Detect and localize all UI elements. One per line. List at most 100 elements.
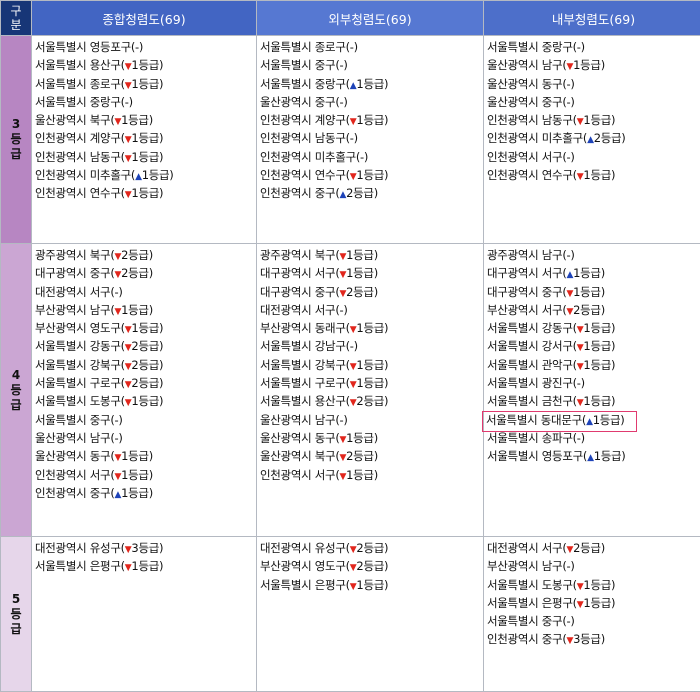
grade-char: 급 — [10, 622, 21, 636]
column-header-external: 외부청렴도(69) — [257, 1, 484, 36]
item-text: 서울특별시 구로구( — [35, 376, 125, 390]
item-text: 대전광역시 서구(-) — [260, 303, 348, 317]
item-change: 1등급) — [131, 186, 163, 200]
list-item: 서울특별시 은평구(▼1등급) — [260, 576, 483, 594]
item-text: 서울특별시 종로구( — [35, 77, 125, 91]
item-text: 서울특별시 은평구( — [487, 596, 577, 610]
item-content: 인천광역시 서구(-) — [487, 150, 575, 164]
item-change: 1등급) — [121, 468, 153, 482]
triangle-up-icon: ▲ — [586, 417, 593, 427]
item-text: 서울특별시 동대문구( — [486, 413, 586, 427]
item-change: 1등급) — [121, 113, 153, 127]
list-item: 광주광역시 남구(-) — [487, 246, 700, 264]
item-content: 인천광역시 계양구(▼1등급) — [35, 131, 163, 145]
item-change: 1등급) — [583, 321, 615, 335]
item-change: 1등급) — [131, 58, 163, 72]
item-text: 인천광역시 중구( — [487, 632, 567, 646]
list-item: 서울특별시 종로구(-) — [260, 38, 483, 56]
grade-char: 등 — [10, 607, 21, 621]
item-text: 인천광역시 계양구( — [260, 113, 350, 127]
item-content: 인천광역시 계양구(▼1등급) — [260, 113, 388, 127]
item-content: 대전광역시 서구(▼2등급) — [487, 541, 605, 555]
list-item: 서울특별시 동대문구(▲1등급) — [487, 411, 700, 429]
item-text: 인천광역시 남동구( — [487, 113, 577, 127]
item-content: 인천광역시 미추홀구(▲1등급) — [35, 168, 173, 182]
list-item: 울산광역시 북구(▼1등급) — [35, 111, 256, 129]
item-content: 울산광역시 동구(▼1등급) — [260, 431, 378, 445]
grade-label: 3 등 급 — [1, 36, 32, 244]
item-content: 서울특별시 강동구(▼2등급) — [35, 339, 163, 353]
list-item: 울산광역시 동구(▼1등급) — [260, 429, 483, 447]
item-change: 1등급) — [356, 77, 388, 91]
list-item: 서울특별시 종로구(▼1등급) — [35, 75, 256, 93]
list-item: 서울특별시 강동구(▼1등급) — [487, 319, 700, 337]
item-content: 인천광역시 중구(▲1등급) — [35, 486, 153, 500]
item-change: 2등급) — [573, 303, 605, 317]
item-content: 인천광역시 중구(▼3등급) — [487, 632, 605, 646]
item-content: 대구광역시 서구(▼1등급) — [260, 266, 378, 280]
list-item: 인천광역시 계양구(▼1등급) — [35, 129, 256, 147]
category-header: 구 분 — [1, 1, 32, 36]
item-change: 1등급) — [356, 376, 388, 390]
list-item: 대구광역시 서구(▼1등급) — [260, 264, 483, 282]
item-text: 대전광역시 서구(-) — [35, 285, 123, 299]
list-item: 서울특별시 도봉구(▼1등급) — [487, 576, 700, 594]
item-text: 대구광역시 중구( — [35, 266, 115, 280]
item-change: 1등급) — [346, 431, 378, 445]
item-text: 대구광역시 중구( — [260, 285, 340, 299]
item-content: 인천광역시 남동구(-) — [260, 131, 358, 145]
item-change: 1등급) — [583, 596, 615, 610]
item-content: 인천광역시 서구(▼1등급) — [260, 468, 378, 482]
item-change: 1등급) — [131, 150, 163, 164]
item-text: 울산광역시 동구( — [260, 431, 340, 445]
item-change: 2등급) — [573, 541, 605, 555]
item-change: 1등급) — [346, 248, 378, 262]
overall-cell: 대전광역시 유성구(▼3등급)서울특별시 은평구(▼1등급) — [32, 537, 257, 692]
item-text: 인천광역시 서구( — [35, 468, 115, 482]
grade-row: 4 등 급 광주광역시 북구(▼2등급)대구광역시 중구(▼2등급)대전광역시 … — [1, 244, 700, 537]
column-header-internal: 내부청렴도(69) — [484, 1, 700, 36]
item-text: 서울특별시 중구(-) — [35, 413, 123, 427]
item-text: 서울특별시 강동구( — [487, 321, 577, 335]
list-item: 서울특별시 강서구(▼1등급) — [487, 337, 700, 355]
list-item: 서울특별시 강남구(-) — [260, 337, 483, 355]
list-item: 인천광역시 계양구(▼1등급) — [260, 111, 483, 129]
list-item: 인천광역시 서구(▼1등급) — [260, 466, 483, 484]
item-content: 서울특별시 은평구(▼1등급) — [35, 559, 163, 573]
item-change: 1등급) — [593, 413, 625, 427]
item-text: 광주광역시 북구( — [260, 248, 340, 262]
item-text: 서울특별시 은평구( — [35, 559, 125, 573]
item-content: 서울특별시 중랑구(▲1등급) — [260, 77, 388, 91]
item-content: 울산광역시 동구(-) — [487, 77, 575, 91]
item-text: 서울특별시 강서구( — [487, 339, 577, 353]
category-header-char-2: 분 — [10, 18, 21, 32]
item-change: 1등급) — [583, 113, 615, 127]
external-cell: 서울특별시 종로구(-)서울특별시 중구(-)서울특별시 중랑구(▲1등급)울산… — [257, 36, 484, 244]
grade-number: 3 — [12, 117, 20, 131]
item-text: 서울특별시 구로구( — [260, 376, 350, 390]
list-item: 서울특별시 관악구(▼1등급) — [487, 356, 700, 374]
list-item: 광주광역시 북구(▼1등급) — [260, 246, 483, 264]
item-text: 인천광역시 남동구( — [35, 150, 125, 164]
triangle-up-icon: ▲ — [587, 135, 594, 145]
item-text: 부산광역시 남구(-) — [487, 559, 575, 573]
item-content: 광주광역시 북구(▼2등급) — [35, 248, 153, 262]
item-change: 1등급) — [121, 449, 153, 463]
item-content: 부산광역시 영도구(▼1등급) — [35, 321, 163, 335]
list-item: 인천광역시 미추홀구(▲2등급) — [487, 129, 700, 147]
item-text: 울산광역시 중구(-) — [487, 95, 575, 109]
item-change: 1등급) — [594, 449, 626, 463]
item-change: 2등급) — [121, 266, 153, 280]
list-item: 울산광역시 동구(▼1등급) — [35, 447, 256, 465]
item-text: 서울특별시 중랑구(-) — [487, 40, 585, 54]
item-content: 부산광역시 영도구(▼2등급) — [260, 559, 388, 573]
triangle-up-icon: ▲ — [587, 453, 594, 463]
list-item: 서울특별시 강동구(▼2등급) — [35, 337, 256, 355]
triangle-up-icon: ▲ — [135, 172, 142, 182]
item-change: 1등급) — [356, 113, 388, 127]
item-content: 대구광역시 서구(▲1등급) — [487, 266, 605, 280]
item-content: 울산광역시 남구(-) — [260, 413, 348, 427]
item-change: 1등급) — [583, 358, 615, 372]
item-content: 서울특별시 강북구(▼1등급) — [260, 358, 388, 372]
item-change: 2등급) — [346, 449, 378, 463]
